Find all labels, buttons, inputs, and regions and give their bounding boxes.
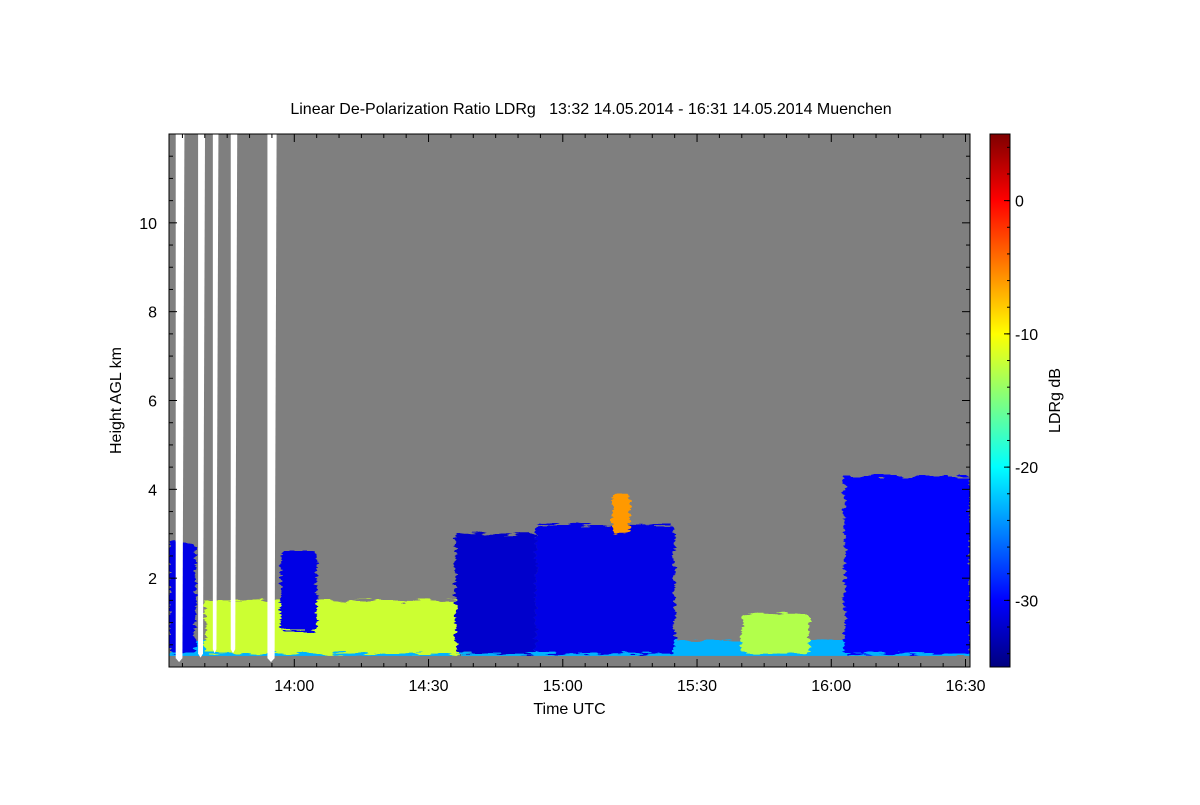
plot-area — [169, 134, 970, 667]
y-tick-label: 8 — [148, 305, 157, 322]
colorbar-tick-label: -30 — [1015, 593, 1038, 610]
colorbar — [989, 133, 1011, 668]
ldr-feature-7 — [612, 493, 630, 534]
colorbar-tick-label: -20 — [1015, 460, 1038, 477]
y-tick-label: 10 — [139, 216, 157, 233]
x-tick-label: 16:00 — [811, 678, 851, 695]
x-tick-label: 14:00 — [274, 678, 314, 695]
ldr-feature-2 — [741, 613, 809, 654]
x-tick-label: 15:30 — [677, 678, 717, 695]
ldr-feature-1 — [204, 600, 474, 654]
ldr-feature-4 — [280, 551, 317, 632]
y-tick-label: 4 — [148, 482, 157, 499]
y-tick-label: 6 — [148, 394, 157, 411]
chart-title: Linear De-Polarization Ratio LDRg 13:32 … — [290, 101, 891, 118]
x-tick-label: 14:30 — [409, 678, 449, 695]
colorbar-label: LDRg dB — [1047, 368, 1064, 433]
y-axis-label: Height AGL km — [108, 347, 125, 454]
x-axis-label: Time UTC — [533, 701, 605, 718]
surface-band — [169, 655, 970, 667]
ldr-heatmap-chart: Linear De-Polarization Ratio LDRg 13:32 … — [108, 101, 1064, 718]
x-tick-label: 15:00 — [543, 678, 583, 695]
y-tick-label: 2 — [148, 571, 157, 588]
colorbar-tick-label: -10 — [1015, 327, 1038, 344]
x-tick-label: 16:30 — [946, 678, 986, 695]
chart-figure: Linear De-Polarization Ratio LDRg 13:32 … — [0, 0, 1200, 800]
ldr-feature-5 — [455, 533, 536, 654]
ldr-feature-6 — [535, 524, 675, 654]
ldr-feature-8 — [844, 476, 970, 654]
colorbar-tick-label: 0 — [1015, 194, 1024, 211]
